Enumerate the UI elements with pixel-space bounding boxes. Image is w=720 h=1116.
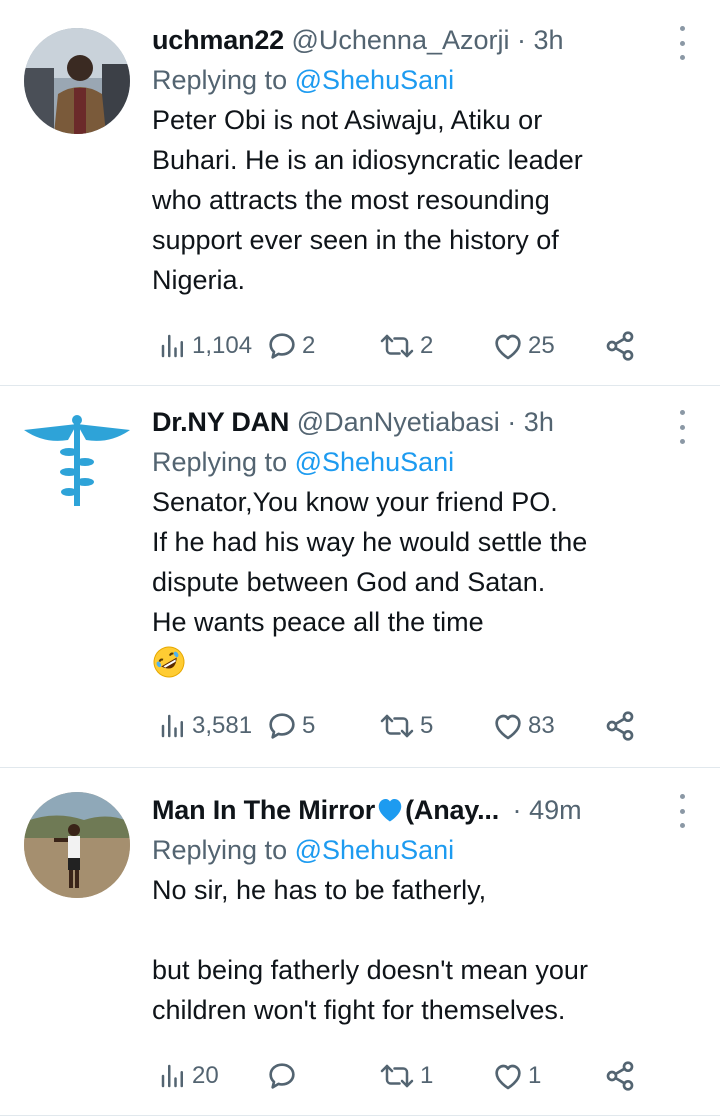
tweet[interactable]: Man In The Mirror (Anay... · 49m Replying… [0, 768, 720, 1116]
views-button[interactable]: 3,581 [158, 706, 252, 746]
mention-link[interactable]: @ShehuSani [295, 447, 455, 477]
tweet-text: Peter Obi is not Asiwaju, Atiku or Buhar… [152, 105, 583, 295]
retweet-count: 2 [420, 332, 434, 359]
tweet[interactable]: uchman22 @Uchenna_Azorji · 3h Replying t… [0, 0, 720, 386]
like-count: 1 [528, 1062, 542, 1089]
display-name[interactable]: Dr.NY DAN [152, 407, 289, 437]
share-icon [606, 1061, 634, 1091]
views-count: 3,581 [192, 712, 253, 739]
display-name[interactable]: Man In The Mirror [152, 795, 375, 825]
retweet-button[interactable]: 1 [378, 1056, 433, 1096]
views-icon [161, 714, 183, 738]
tweet-header: uchman22 @Uchenna_Azorji · 3h [152, 20, 660, 60]
share-button[interactable] [604, 706, 636, 746]
like-button[interactable]: 83 [492, 706, 555, 746]
reply-button[interactable]: 5 [266, 706, 315, 746]
replying-prefix: Replying to [152, 447, 288, 477]
views-icon [161, 334, 183, 358]
like-button[interactable]: 1 [492, 1056, 541, 1096]
retweet-icon [380, 714, 414, 738]
views-icon [161, 1064, 183, 1088]
replying-prefix: Replying to [152, 65, 288, 95]
reply-icon [269, 713, 295, 739]
reply-button[interactable]: 2 [266, 326, 315, 366]
avatar[interactable] [24, 410, 130, 516]
timestamp[interactable]: 49m [529, 795, 582, 825]
rolling-on-floor-laughing-emoji [153, 646, 185, 678]
mention-link[interactable]: @ShehuSani [295, 835, 455, 865]
tweet-header: Dr.NY DAN @DanNyetiabasi · 3h [152, 402, 660, 442]
reply-count: 5 [302, 712, 316, 739]
like-icon [495, 1064, 521, 1090]
tweet-actions: 1,104 2 2 25 [152, 326, 652, 366]
more-icon[interactable] [672, 410, 692, 444]
timestamp[interactable]: 3h [534, 25, 564, 55]
replying-to: Replying to @ShehuSani [152, 830, 660, 870]
separator: · [507, 407, 517, 437]
display-name[interactable]: uchman22 [152, 25, 284, 55]
tweet-actions: 3,581 5 5 83 [152, 706, 652, 746]
like-button[interactable]: 25 [492, 326, 555, 366]
retweet-button[interactable]: 2 [378, 326, 433, 366]
views-count: 20 [192, 1062, 219, 1089]
retweet-icon [380, 1064, 414, 1088]
views-count: 1,104 [192, 332, 253, 359]
share-icon [606, 711, 634, 741]
tweet-text: Senator,You know your friend PO. If he h… [152, 487, 588, 637]
more-icon[interactable] [672, 794, 692, 828]
replying-to: Replying to @ShehuSani [152, 442, 660, 482]
more-icon[interactable] [672, 26, 692, 60]
like-count: 25 [528, 332, 555, 359]
tweet[interactable]: Dr.NY DAN @DanNyetiabasi · 3h Replying t… [0, 386, 720, 768]
reply-button[interactable] [266, 1056, 302, 1096]
separator: · [517, 25, 527, 55]
separator: · [512, 795, 522, 825]
reply-icon [269, 333, 295, 359]
user-handle[interactable]: @DanNyetiabasi [297, 407, 500, 437]
display-name-suffix[interactable]: (Anay... [405, 795, 499, 825]
retweet-count: 1 [420, 1062, 434, 1089]
share-icon [606, 331, 634, 361]
retweet-icon [380, 334, 414, 358]
share-button[interactable] [604, 1056, 636, 1096]
like-count: 83 [528, 712, 555, 739]
tweet-text: No sir, he has to be fatherly, but being… [152, 875, 588, 1025]
user-handle[interactable]: @Uchenna_Azorji [291, 25, 509, 55]
mention-link[interactable]: @ShehuSani [295, 65, 455, 95]
avatar[interactable] [24, 28, 130, 134]
replying-to: Replying to @ShehuSani [152, 60, 660, 100]
avatar[interactable] [24, 792, 130, 898]
timestamp[interactable]: 3h [524, 407, 554, 437]
reply-count: 2 [302, 332, 316, 359]
tweet-actions: 20 1 1 [152, 1056, 652, 1096]
blue-heart-emoji [378, 799, 402, 822]
share-button[interactable] [604, 326, 636, 366]
reply-icon [269, 1063, 295, 1089]
retweet-button[interactable]: 5 [378, 706, 433, 746]
views-button[interactable]: 1,104 [158, 326, 252, 366]
replying-prefix: Replying to [152, 835, 288, 865]
like-icon [495, 714, 521, 740]
views-button[interactable]: 20 [158, 1056, 219, 1096]
like-icon [495, 334, 521, 360]
tweet-header: Man In The Mirror (Anay... · 49m [152, 790, 660, 830]
retweet-count: 5 [420, 712, 434, 739]
